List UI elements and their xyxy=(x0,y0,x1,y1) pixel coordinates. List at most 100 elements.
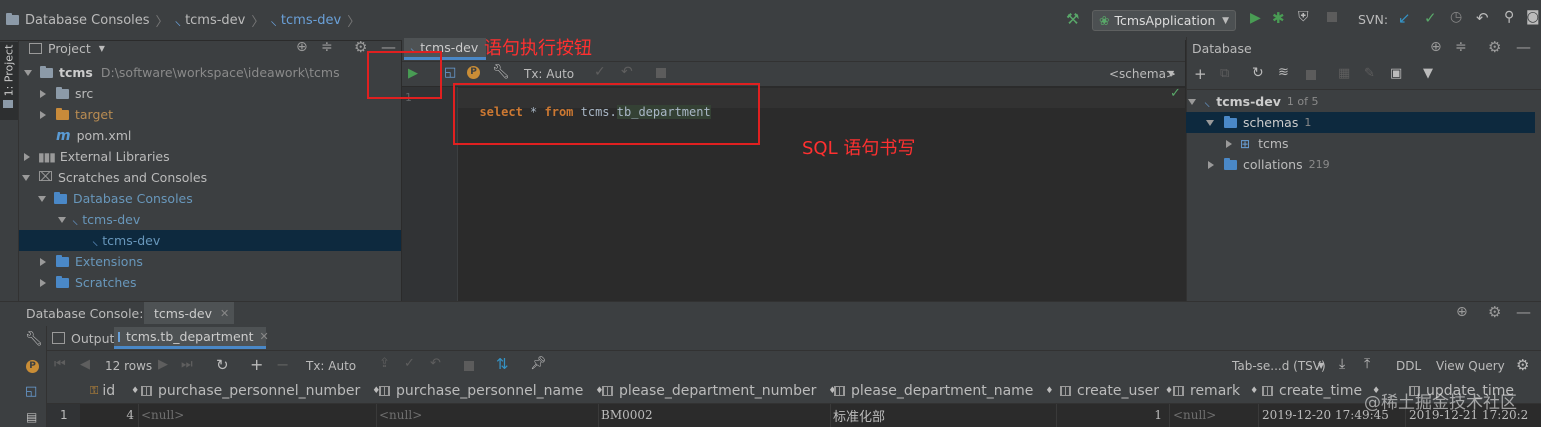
download-icon[interactable]: ⤓ xyxy=(1339,356,1345,372)
settings-wrench-icon[interactable]: 🔧︎ xyxy=(492,64,510,80)
refresh-icon[interactable]: ↻ xyxy=(216,356,229,374)
tree-item-external-libraries[interactable]: ▮▮▮ External Libraries xyxy=(24,146,170,167)
cell-purchase-personnel-name[interactable]: <null> xyxy=(379,405,422,425)
tree-item-root[interactable]: tcms D:\software\workspace\ideawork\tcms xyxy=(24,62,340,83)
minimize-icon[interactable]: — xyxy=(1516,38,1531,56)
history-icon[interactable]: ◷ xyxy=(1450,9,1462,25)
add-row-icon[interactable]: + xyxy=(250,355,263,374)
edit-icon[interactable]: ✎ xyxy=(1364,66,1375,81)
stop-icon[interactable] xyxy=(464,361,474,371)
cell-please-department-name[interactable]: 标准化部 xyxy=(833,405,885,425)
db-tree-schemas[interactable]: schemas 1 xyxy=(1206,112,1311,133)
breadcrumb-item-console[interactable]: tcms-dev xyxy=(281,13,341,28)
user-icon[interactable]: ◙ xyxy=(1526,9,1540,25)
duplicate-icon[interactable]: ⧉ xyxy=(1220,66,1229,81)
ddl-button[interactable]: DDL xyxy=(1396,359,1421,373)
settings-wrench-icon[interactable]: 🔧︎ xyxy=(25,331,43,347)
layout-icon[interactable]: ▤ xyxy=(26,410,37,424)
column-header-create-user[interactable]: create_user ♦ xyxy=(1060,380,1173,402)
svn-update-icon[interactable]: ↙ xyxy=(1398,9,1411,27)
view-query-button[interactable]: View Query xyxy=(1436,359,1505,373)
run-icon[interactable]: ▶ xyxy=(1250,10,1261,26)
collapse-all-icon[interactable]: ≑ xyxy=(1455,39,1467,55)
tree-item-target[interactable]: target xyxy=(40,104,113,125)
rows-count[interactable]: 12 rows xyxy=(105,359,152,373)
first-page-icon[interactable]: ⏮ xyxy=(54,357,66,372)
tree-item-extensions[interactable]: Extensions xyxy=(40,251,143,272)
last-page-icon[interactable]: ⏭ xyxy=(181,357,193,372)
cell-purchase-personnel-number[interactable]: <null> xyxy=(141,405,184,425)
sort-icon[interactable]: ♦ xyxy=(131,386,139,396)
tree-item-scratches-consoles[interactable]: ⌧ Scratches and Consoles xyxy=(22,167,207,188)
cell-please-department-number[interactable]: BM0002 xyxy=(601,405,653,425)
cancel-query-icon[interactable] xyxy=(656,68,666,78)
column-header-please-department-name[interactable]: please_department_name ♦ xyxy=(834,380,1053,402)
breadcrumb-item-database-consoles[interactable]: Database Consoles xyxy=(25,13,150,28)
explain-plan-icon[interactable]: ◱ xyxy=(25,384,37,399)
refresh-icon[interactable]: ↻ xyxy=(1252,65,1264,81)
output-tab[interactable]: Output xyxy=(52,327,114,349)
collapse-all-icon[interactable]: ≑ xyxy=(321,39,333,55)
gear-icon[interactable]: ⚙ xyxy=(1488,303,1501,321)
table-editor-icon[interactable]: ▦ xyxy=(1338,66,1350,81)
svn-commit-icon[interactable]: ✓ xyxy=(1424,9,1437,27)
build-hammer-icon[interactable]: ⚒ xyxy=(1066,10,1079,28)
parameters-icon[interactable]: P xyxy=(467,66,480,79)
minimize-icon[interactable]: — xyxy=(1516,303,1531,321)
cell-remark[interactable]: <null> xyxy=(1173,405,1216,425)
tx-mode-selector[interactable]: Tx: Auto xyxy=(524,67,574,81)
upload-icon[interactable]: ⤒ xyxy=(1364,356,1370,372)
gear-icon[interactable]: ⚙ xyxy=(354,38,367,56)
stop-icon[interactable] xyxy=(1306,70,1316,80)
pin-icon[interactable]: 📌︎ xyxy=(530,356,547,371)
coverage-icon[interactable]: ⛨ xyxy=(1298,9,1309,25)
chevron-down-icon[interactable]: ▼ xyxy=(99,44,105,53)
commit-icon[interactable]: ✓ xyxy=(404,356,415,371)
locate-icon[interactable]: ⊕ xyxy=(296,39,308,55)
rollback-icon[interactable]: ↶ xyxy=(621,64,633,80)
column-header-remark[interactable]: remark ♦ xyxy=(1173,380,1258,402)
column-header-create-time[interactable]: create_time ♦ xyxy=(1262,380,1380,402)
delete-row-icon[interactable]: − xyxy=(276,355,289,374)
console-jump-icon[interactable]: ▣ xyxy=(1390,66,1402,81)
tree-item-tcms-dev-console[interactable]: ⸜ tcms-dev xyxy=(92,230,160,251)
tree-item-src[interactable]: src xyxy=(40,83,93,104)
rollback-icon[interactable]: ↶ xyxy=(430,356,441,371)
chevron-down-icon[interactable]: ▼ xyxy=(1168,69,1174,78)
gear-icon[interactable]: ⚙ xyxy=(1516,356,1529,374)
stop-icon[interactable] xyxy=(1327,12,1337,22)
sort-icon[interactable]: ♦ xyxy=(1250,386,1258,396)
compare-icon[interactable]: ⇅ xyxy=(496,355,509,373)
tree-item-pom[interactable]: m pom.xml xyxy=(56,125,131,146)
tree-item-tcms-dev-folder[interactable]: ⸜ tcms-dev xyxy=(58,209,140,230)
filter-icon[interactable]: ▼ xyxy=(1423,66,1433,81)
db-tree-datasource[interactable]: ⸜ tcms-dev 1 of 5 xyxy=(1188,91,1318,112)
column-header-please-department-number[interactable]: please_department_number ♦ xyxy=(602,380,836,402)
search-everywhere-icon[interactable]: ⚲ xyxy=(1504,9,1514,25)
locate-icon[interactable]: ⊕ xyxy=(1430,39,1442,55)
submit-icon[interactable]: ⇪ xyxy=(379,356,390,371)
export-format-selector[interactable]: Tab-se...d (TSV) xyxy=(1232,359,1326,373)
previous-page-icon[interactable]: ◀ xyxy=(80,357,90,372)
next-page-icon[interactable]: ▶ xyxy=(158,357,168,372)
close-icon[interactable]: ✕ xyxy=(259,330,268,343)
tree-item-scratches[interactable]: Scratches xyxy=(40,272,137,293)
close-icon[interactable]: ✕ xyxy=(220,307,229,320)
explain-plan-icon[interactable]: ◱ xyxy=(444,65,456,80)
db-tree-collations[interactable]: collations 219 xyxy=(1208,154,1330,175)
chevron-down-icon[interactable]: ▼ xyxy=(1318,361,1324,370)
breadcrumb-item-tcms-dev[interactable]: tcms-dev xyxy=(185,13,245,28)
column-header-purchase-personnel-number[interactable]: purchase_personnel_number ♦ xyxy=(141,380,380,402)
gear-icon[interactable]: ⚙ xyxy=(1488,38,1501,56)
commit-icon[interactable]: ✓ xyxy=(594,64,606,80)
result-tab[interactable]: tcms.tb_department ✕ xyxy=(114,327,269,349)
result-tx-selector[interactable]: Tx: Auto xyxy=(306,359,356,373)
project-panel-title[interactable]: Project xyxy=(48,41,91,56)
db-tree-schema-tcms[interactable]: ⊞ tcms xyxy=(1226,133,1289,154)
revert-icon[interactable]: ↶ xyxy=(1476,9,1489,27)
locate-icon[interactable]: ⊕ xyxy=(1456,304,1468,320)
bottom-console-tab[interactable]: tcms-dev ✕ xyxy=(144,302,234,324)
debug-icon[interactable]: ✱ xyxy=(1272,9,1285,27)
cell-create-user[interactable]: 1 xyxy=(1060,405,1162,425)
add-icon[interactable]: + xyxy=(1194,65,1207,83)
